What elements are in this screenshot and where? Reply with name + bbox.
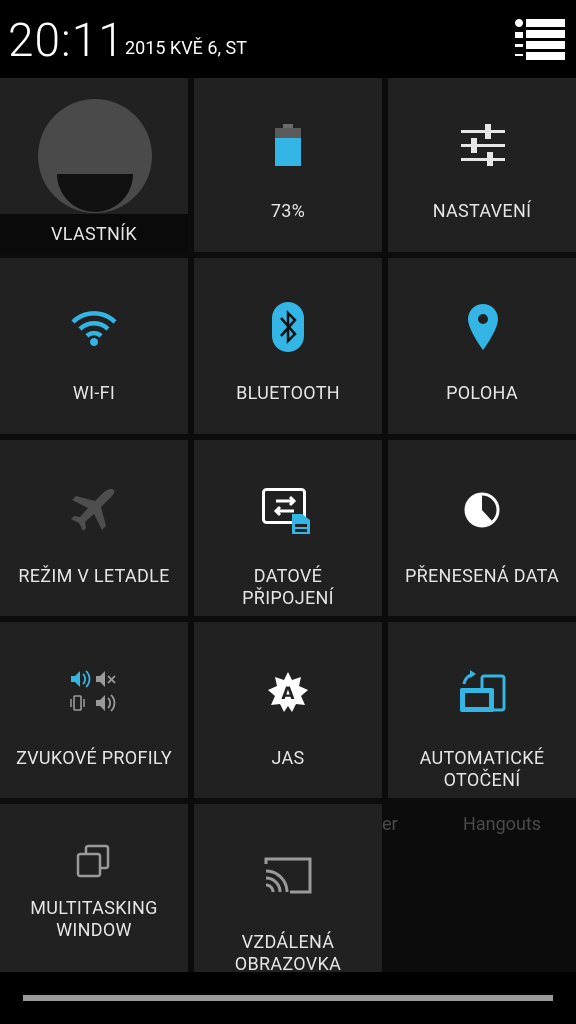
clock[interactable]: 20:11	[8, 14, 125, 68]
multitasking-window-icon	[76, 844, 110, 878]
multitasking-label-line2: WINDOW	[56, 920, 132, 941]
mobile-data-icon	[262, 488, 310, 534]
airplane-label: REŽIM V LETADLE	[18, 566, 170, 587]
wifi-icon	[71, 311, 117, 346]
mobile-data-label-line1: DATOVÉ	[253, 566, 323, 587]
tile-location[interactable]: POLOHA	[388, 258, 576, 434]
bluetooth-icon	[272, 302, 304, 352]
tile-sound-profiles[interactable]: ZVUKOVÉ PROFILY	[0, 622, 188, 798]
auto-rotate-icon	[460, 670, 506, 712]
tile-battery[interactable]: 73%	[194, 78, 382, 252]
auto-brightness-icon: A	[268, 672, 308, 712]
battery-icon	[275, 124, 301, 166]
auto-rotate-label-line2: OTOČENÍ	[443, 770, 521, 791]
brightness-label: JAS	[271, 748, 305, 769]
avatar	[38, 99, 152, 213]
tile-airplane[interactable]: REŽIM V LETADLE	[0, 440, 188, 616]
background-app-text: er	[382, 814, 398, 835]
tile-wifi[interactable]: WI-FI	[0, 258, 188, 434]
sound-profiles-label: ZVUKOVÉ PROFILY	[16, 748, 172, 769]
cast-screen-icon	[264, 857, 312, 894]
date: 2015 KVĚ 6, ST	[125, 38, 247, 59]
tile-owner[interactable]: VLASTNÍK	[0, 78, 188, 252]
header-bar: 20:11 2015 KVĚ 6, ST	[0, 0, 576, 78]
location-pin-icon	[468, 304, 498, 350]
multitasking-label-line1: MULTITASKING	[30, 898, 158, 919]
airplane-icon	[71, 488, 115, 531]
svg-text:A: A	[281, 684, 295, 704]
notification-list-icon[interactable]	[515, 18, 565, 60]
cast-screen-label-line1: VZDÁLENÁ	[241, 932, 335, 953]
tile-brightness[interactable]: A JAS	[194, 622, 382, 798]
mobile-data-label-line2: PŘIPOJENÍ	[242, 588, 334, 609]
settings-label: NASTAVENÍ	[432, 201, 532, 222]
auto-rotate-label-line1: AUTOMATICKÉ	[419, 748, 545, 769]
bluetooth-label: BLUETOOTH	[236, 383, 340, 404]
settings-sliders-icon	[461, 124, 505, 166]
sound-profiles-icon	[70, 670, 116, 712]
panel-drag-handle[interactable]	[23, 995, 553, 1001]
tile-bluetooth[interactable]: BLUETOOTH	[194, 258, 382, 434]
tile-mobile-data[interactable]: DATOVÉ PŘIPOJENÍ	[194, 440, 382, 616]
tile-auto-rotate[interactable]: AUTOMATICKÉ OTOČENÍ	[388, 622, 576, 798]
tile-data-usage[interactable]: PŘENESENÁ DATA	[388, 440, 576, 616]
quick-settings-panel: 20:11 2015 KVĚ 6, ST VLASTNÍK 73% NASTAV…	[0, 0, 576, 1024]
wifi-label: WI-FI	[72, 383, 116, 404]
tile-multitasking[interactable]: MULTITASKING WINDOW	[0, 804, 188, 972]
data-usage-pie-icon	[464, 492, 500, 528]
owner-label: VLASTNÍK	[51, 224, 137, 245]
tile-settings[interactable]: NASTAVENÍ	[388, 78, 576, 252]
background-hangouts-text: Hangouts	[463, 814, 542, 835]
tile-cast-screen[interactable]: VZDÁLENÁ OBRAZOVKA	[194, 804, 382, 975]
data-usage-label: PŘENESENÁ DATA	[404, 566, 560, 587]
location-label: POLOHA	[446, 383, 518, 404]
battery-label: 73%	[270, 201, 306, 222]
